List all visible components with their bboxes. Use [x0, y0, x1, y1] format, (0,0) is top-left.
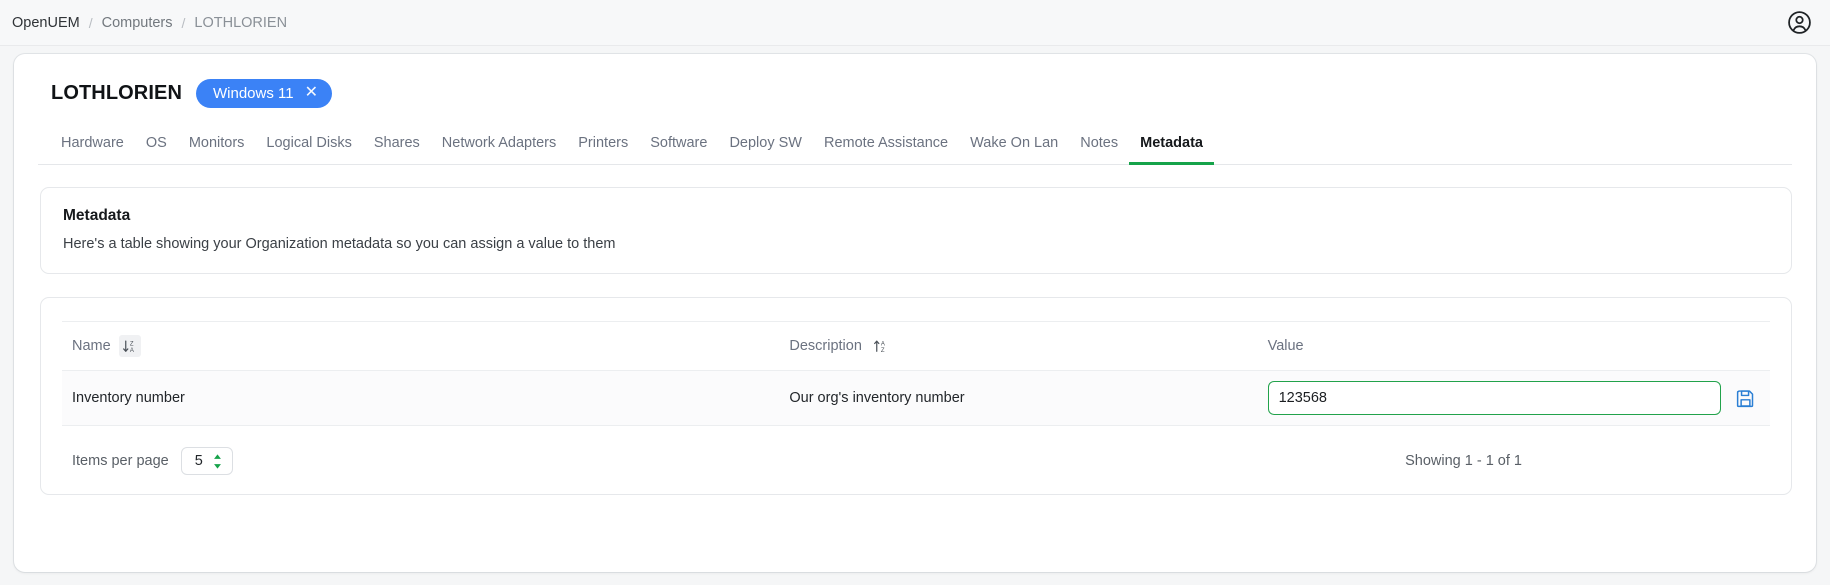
os-badge-label: Windows 11 [213, 84, 294, 102]
column-header-value-label: Value [1267, 338, 1304, 354]
table-head: Name Z A Description A Z Value [62, 321, 1770, 371]
table-header-row: Name Z A Description A Z Value [62, 321, 1770, 371]
chevron-updown-icon [212, 453, 223, 469]
cell-description: Our org's inventory number [779, 370, 1258, 426]
items-per-page-group: Items per page 5 [72, 447, 233, 475]
column-header-name: Name Z A [62, 321, 780, 371]
user-account-icon[interactable] [1786, 10, 1812, 36]
breadcrumb: OpenUEM / Computers / LOTHLORIEN [12, 15, 287, 31]
items-per-page-value: 5 [194, 453, 203, 469]
tab-logical-disks[interactable]: Logical Disks [255, 129, 362, 165]
metadata-table: Name Z A Description A Z Value Inventory… [62, 321, 1770, 426]
tab-bar: Hardware OS Monitors Logical Disks Share… [38, 129, 1792, 165]
table-row: Inventory number Our org's inventory num… [62, 370, 1770, 426]
breadcrumb-separator: / [181, 14, 186, 31]
tab-monitors[interactable]: Monitors [178, 129, 256, 165]
tab-deploy-sw[interactable]: Deploy SW [718, 129, 813, 165]
breadcrumb-item-openuem[interactable]: OpenUEM [12, 15, 80, 31]
metadata-info-card: Metadata Here's a table showing your Org… [40, 187, 1792, 274]
top-bar: OpenUEM / Computers / LOTHLORIEN [0, 0, 1830, 46]
tab-software[interactable]: Software [639, 129, 718, 165]
column-header-name-label: Name [72, 338, 111, 354]
value-editor [1267, 381, 1760, 415]
tab-metadata[interactable]: Metadata [1129, 129, 1214, 165]
breadcrumb-separator: / [88, 14, 93, 31]
sort-ascending-az-icon[interactable]: A Z [870, 335, 892, 357]
save-floppy-icon[interactable] [1735, 388, 1760, 409]
table-body: Inventory number Our org's inventory num… [62, 370, 1770, 426]
page-title: LOTHLORIEN [51, 81, 182, 104]
device-header: LOTHLORIEN Windows 11 ✕ [38, 76, 1792, 110]
svg-text:A: A [130, 347, 134, 353]
column-header-value: Value [1257, 321, 1770, 371]
close-icon[interactable]: ✕ [305, 84, 318, 101]
breadcrumb-item-current: LOTHLORIEN [194, 14, 288, 31]
showing-range-text: Showing 1 - 1 of 1 [1405, 453, 1522, 469]
table-footer: Items per page 5 Showing 1 - 1 of 1 [62, 447, 1770, 475]
cell-name: Inventory number [62, 370, 780, 426]
breadcrumb-item-computers[interactable]: Computers [102, 15, 173, 31]
device-detail-card: LOTHLORIEN Windows 11 ✕ Hardware OS Moni… [14, 54, 1816, 572]
column-header-description: Description A Z [779, 321, 1258, 371]
column-header-description-label: Description [789, 338, 862, 354]
items-per-page-label: Items per page [72, 453, 169, 469]
tab-wake-on-lan[interactable]: Wake On Lan [959, 129, 1069, 165]
cell-value [1257, 370, 1770, 426]
tab-os[interactable]: OS [135, 129, 178, 165]
svg-text:Z: Z [130, 341, 134, 347]
sort-descending-za-icon[interactable]: Z A [118, 335, 141, 357]
tab-shares[interactable]: Shares [363, 129, 431, 165]
tab-hardware[interactable]: Hardware [50, 129, 135, 165]
metadata-value-input[interactable] [1267, 381, 1721, 415]
info-card-title: Metadata [63, 207, 131, 224]
items-per-page-select[interactable]: 5 [180, 447, 233, 475]
tab-remote-assistance[interactable]: Remote Assistance [813, 129, 959, 165]
os-badge[interactable]: Windows 11 ✕ [196, 78, 332, 108]
svg-text:A: A [881, 341, 885, 347]
tab-printers[interactable]: Printers [567, 129, 639, 165]
info-card-description: Here's a table showing your Organization… [63, 236, 616, 252]
metadata-table-card: Name Z A Description A Z Value Inventory… [40, 297, 1792, 495]
tab-notes[interactable]: Notes [1069, 129, 1129, 165]
tab-network-adapters[interactable]: Network Adapters [431, 129, 567, 165]
svg-text:Z: Z [881, 347, 885, 353]
